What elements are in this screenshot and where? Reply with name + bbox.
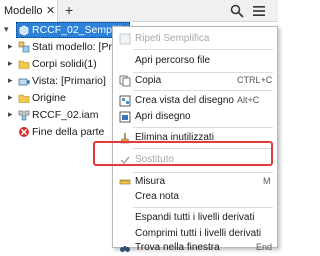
- tree-item-label: Fine della parte: [32, 126, 105, 138]
- menu-item-shortcut: M: [263, 176, 271, 186]
- tab-label: Modello: [4, 5, 43, 17]
- repeat-icon: [119, 33, 131, 45]
- menu-item-apri-percorso-file[interactable]: Apri percorso file: [113, 53, 277, 69]
- tree-item-label: Vista: [Primario]: [32, 75, 106, 87]
- tree-item-origine[interactable]: ▸ Origine: [0, 90, 120, 106]
- menu-item-shortcut: End: [256, 242, 273, 252]
- tab-close-icon[interactable]: ✕: [46, 4, 55, 17]
- model-states-icon: [18, 41, 30, 53]
- menu-item-label: Misura: [135, 176, 166, 187]
- menu-item-ripeti-semplifica[interactable]: Ripeti Semplifica: [113, 31, 277, 47]
- tree-item-label: RCCF_02.iam: [32, 109, 99, 121]
- folder-icon: [18, 60, 30, 69]
- menu-item-label: Crea vista del disegno: [135, 95, 234, 106]
- binoculars-icon: [120, 246, 130, 252]
- menu-item-label: Comprimi tutti i livelli derivati: [135, 228, 262, 239]
- menu-item-shortcut: CTRL+C: [237, 75, 273, 85]
- tree-item-corpi-solidi[interactable]: ▸ Corpi solidi(1): [0, 56, 120, 72]
- search-icon[interactable]: [230, 4, 244, 18]
- menu-item-label: Apri percorso file: [135, 55, 211, 66]
- tree-item-vista[interactable]: ▸ Vista: [Primario]: [0, 73, 120, 89]
- expand-icon[interactable]: ▸: [8, 58, 13, 69]
- open-drawing-icon: [119, 111, 131, 123]
- menu-item-crea-vista-disegno[interactable]: Crea vista del disegno Alt+C: [113, 93, 277, 109]
- menu-item-label: Crea nota: [135, 191, 179, 202]
- browser-header: Modello ✕ +: [0, 0, 278, 22]
- hamburger-menu-icon[interactable]: [252, 4, 266, 18]
- end-of-part-icon: [19, 127, 29, 137]
- tree-item-end-of-part[interactable]: Fine della parte: [0, 124, 120, 140]
- menu-item-trova-nella-finestra[interactable]: Trova nella finestra End: [113, 240, 277, 256]
- view-icon: [18, 78, 30, 86]
- tree-item-stati-modello[interactable]: ▸ Stati modello: [Prim: [0, 39, 124, 55]
- menu-separator: [133, 172, 273, 173]
- menu-item-misura[interactable]: Misura M: [113, 174, 277, 190]
- part-file-icon: [19, 25, 29, 36]
- menu-item-label: Espandi tutti i livelli derivati: [135, 212, 255, 223]
- menu-separator: [133, 127, 273, 128]
- tree-item-label: Corpi solidi(1): [32, 58, 97, 70]
- menu-item-espandi-livelli[interactable]: Espandi tutti i livelli derivati: [113, 210, 277, 226]
- menu-item-label: Copia: [135, 75, 162, 86]
- add-tab-button[interactable]: +: [65, 2, 73, 18]
- annotation-highlight-box: [93, 141, 273, 166]
- drawing-view-icon: [119, 95, 131, 107]
- menu-separator: [133, 49, 273, 50]
- menu-item-label: Ripeti Semplifica: [135, 33, 210, 44]
- folder-icon: [18, 94, 30, 103]
- menu-item-crea-nota[interactable]: Crea nota: [113, 189, 277, 205]
- menu-separator: [133, 90, 273, 91]
- copy-icon: [119, 75, 131, 87]
- expand-icon[interactable]: ▸: [8, 75, 13, 86]
- measure-icon: [119, 179, 131, 185]
- menu-item-label: Apri disegno: [135, 111, 191, 122]
- expand-icon[interactable]: ▸: [8, 92, 13, 103]
- menu-separator: [133, 207, 273, 208]
- expand-icon[interactable]: ▸: [8, 109, 13, 120]
- tree-item-label: Origine: [32, 92, 66, 104]
- tree-item-assembly[interactable]: ▸ RCCF_02.iam: [0, 107, 120, 123]
- tree-item-label: Stati modello: [Prim: [32, 41, 124, 53]
- menu-item-apri-disegno[interactable]: Apri disegno: [113, 109, 277, 125]
- menu-item-shortcut: Alt+C: [237, 95, 260, 105]
- context-menu: Ripeti Semplifica Apri percorso file Cop…: [112, 26, 278, 253]
- derived-assembly-icon: [18, 110, 30, 121]
- collapse-icon[interactable]: ▾: [4, 24, 9, 35]
- expand-icon[interactable]: ▸: [8, 41, 13, 52]
- menu-item-copia[interactable]: Copia CTRL+C: [113, 73, 277, 89]
